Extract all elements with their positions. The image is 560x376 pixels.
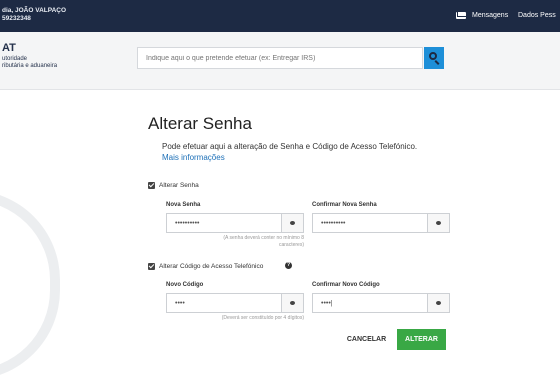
user-nif: 59232348: [2, 15, 31, 22]
codigo-hint: (Deverá ser constituído por 4 dígitos): [221, 315, 304, 321]
logo-subtitle-2: ributária e aduaneira: [2, 63, 58, 69]
nova-senha-field: [166, 213, 304, 233]
confirmar-senha-label: Confirmar Nova Senha: [312, 202, 377, 208]
page-title: Alterar Senha: [148, 114, 252, 133]
alterar-senha-label: Alterar Senha: [159, 182, 199, 189]
search-button[interactable]: [424, 47, 444, 69]
user-info: dia, JOÃO VALPAÇO 59232348: [2, 7, 66, 23]
eye-icon[interactable]: [281, 214, 303, 232]
watermark-decoration: [0, 190, 60, 376]
user-name: dia, JOÃO VALPAÇO: [2, 7, 67, 14]
search-icon: [429, 52, 437, 60]
eye-icon[interactable]: [427, 294, 449, 312]
nova-senha-label: Nova Senha: [166, 202, 201, 208]
nav-messages[interactable]: Mensagens: [472, 12, 508, 19]
page-description: Pode efetuar aqui a alteração de Senha e…: [162, 142, 418, 151]
eye-icon[interactable]: [427, 214, 449, 232]
help-icon[interactable]: ?: [285, 262, 292, 269]
nav-personal-data[interactable]: Dados Pess: [518, 12, 556, 19]
more-info-link[interactable]: Mais informações: [162, 153, 225, 162]
novo-codigo-input[interactable]: [167, 294, 281, 312]
alterar-senha-checkbox[interactable]: [148, 182, 155, 189]
page: dia, JOÃO VALPAÇO 59232348 Mensagens Dad…: [0, 0, 560, 376]
nova-senha-input[interactable]: [167, 214, 281, 232]
confirmar-codigo-field: [312, 293, 450, 313]
novo-codigo-field: [166, 293, 304, 313]
search-input[interactable]: [138, 48, 422, 68]
confirmar-codigo-label: Confirmar Novo Código: [312, 282, 380, 288]
confirmar-senha-field: [312, 213, 450, 233]
alterar-codigo-label: Alterar Código de Acesso Telefónico: [159, 263, 264, 270]
confirmar-codigo-input[interactable]: [313, 294, 427, 312]
senha-hint: (A senha deverá conter no mínimo 8 carac…: [166, 235, 304, 249]
novo-codigo-label: Novo Código: [166, 282, 204, 288]
logo-subtitle-1: utoridade: [2, 56, 28, 62]
logo-title[interactable]: AT: [2, 42, 16, 54]
confirmar-senha-input[interactable]: [313, 214, 427, 232]
senha-hint-line-2: caracteres): [278, 242, 304, 248]
alterar-codigo-checkbox[interactable]: [148, 263, 155, 270]
senha-hint-line-1: (A senha deverá conter no mínimo 8: [223, 235, 304, 241]
search-icon-handle: [434, 60, 440, 65]
envelope-icon[interactable]: [456, 12, 466, 19]
cancel-button[interactable]: CANCELAR: [339, 329, 394, 350]
eye-icon[interactable]: [281, 294, 303, 312]
search-box: [137, 47, 423, 69]
alterar-button[interactable]: ALTERAR: [397, 329, 446, 350]
top-bar: dia, JOÃO VALPAÇO 59232348 Mensagens Dad…: [0, 0, 560, 32]
